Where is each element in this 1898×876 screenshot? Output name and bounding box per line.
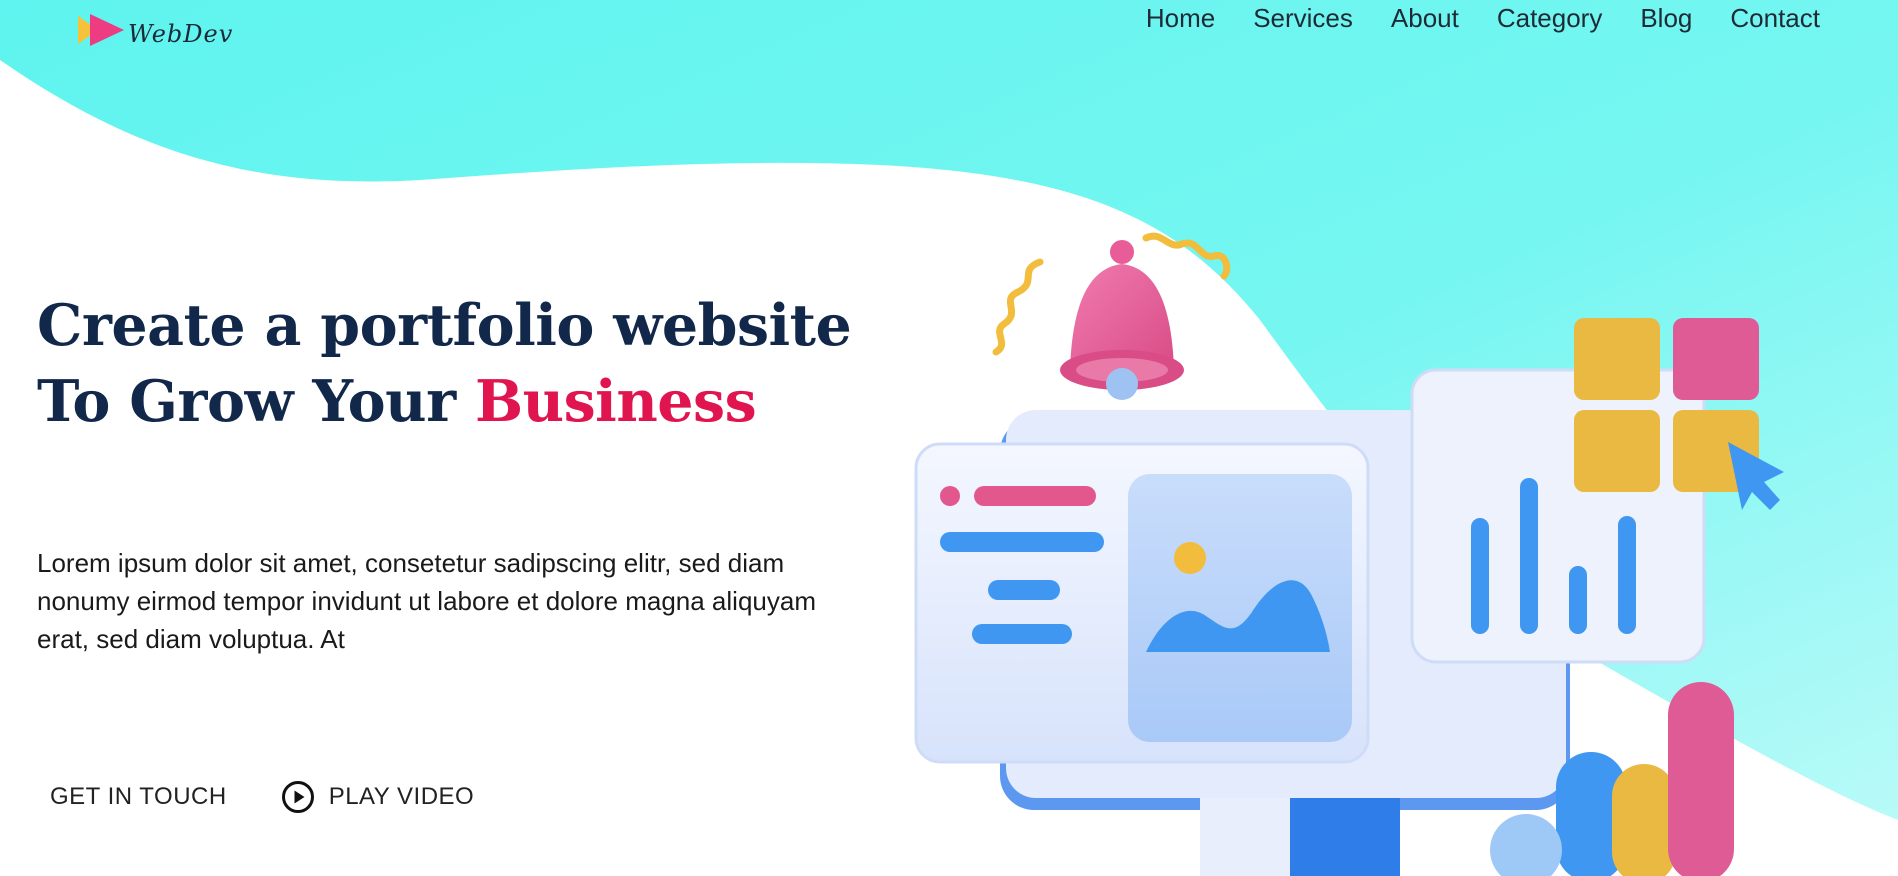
nav-item-about[interactable]: About <box>1391 2 1459 34</box>
hero-description: Lorem ipsum dolor sit amet, consetetur s… <box>37 548 816 654</box>
nav-item-blog[interactable]: Blog <box>1640 2 1692 34</box>
play-video-button[interactable]: PLAY VIDEO <box>281 780 475 814</box>
nav-item-category[interactable]: Category <box>1497 2 1603 34</box>
hero-actions: GET IN TOUCH PLAY VIDEO <box>50 780 474 814</box>
dashboard-illustration <box>914 232 1784 876</box>
hero-title: Create a portfolio website To Grow Your … <box>37 288 917 440</box>
brand-logo[interactable]: WebDev <box>76 12 233 48</box>
get-in-touch-button[interactable]: GET IN TOUCH <box>50 783 227 811</box>
nav-item-contact[interactable]: Contact <box>1730 2 1820 34</box>
main-nav: Home Services About Category Blog Contac… <box>1146 2 1820 34</box>
nav-item-services[interactable]: Services <box>1253 2 1353 34</box>
hero-title-accent: Business <box>474 368 757 435</box>
nav-item-home[interactable]: Home <box>1146 2 1215 34</box>
play-logo-icon <box>78 14 124 46</box>
brand-name: WebDev <box>128 20 234 48</box>
play-circle-icon <box>281 781 314 813</box>
bell-icon <box>1060 240 1184 400</box>
play-video-label: PLAY VIDEO <box>328 783 475 810</box>
